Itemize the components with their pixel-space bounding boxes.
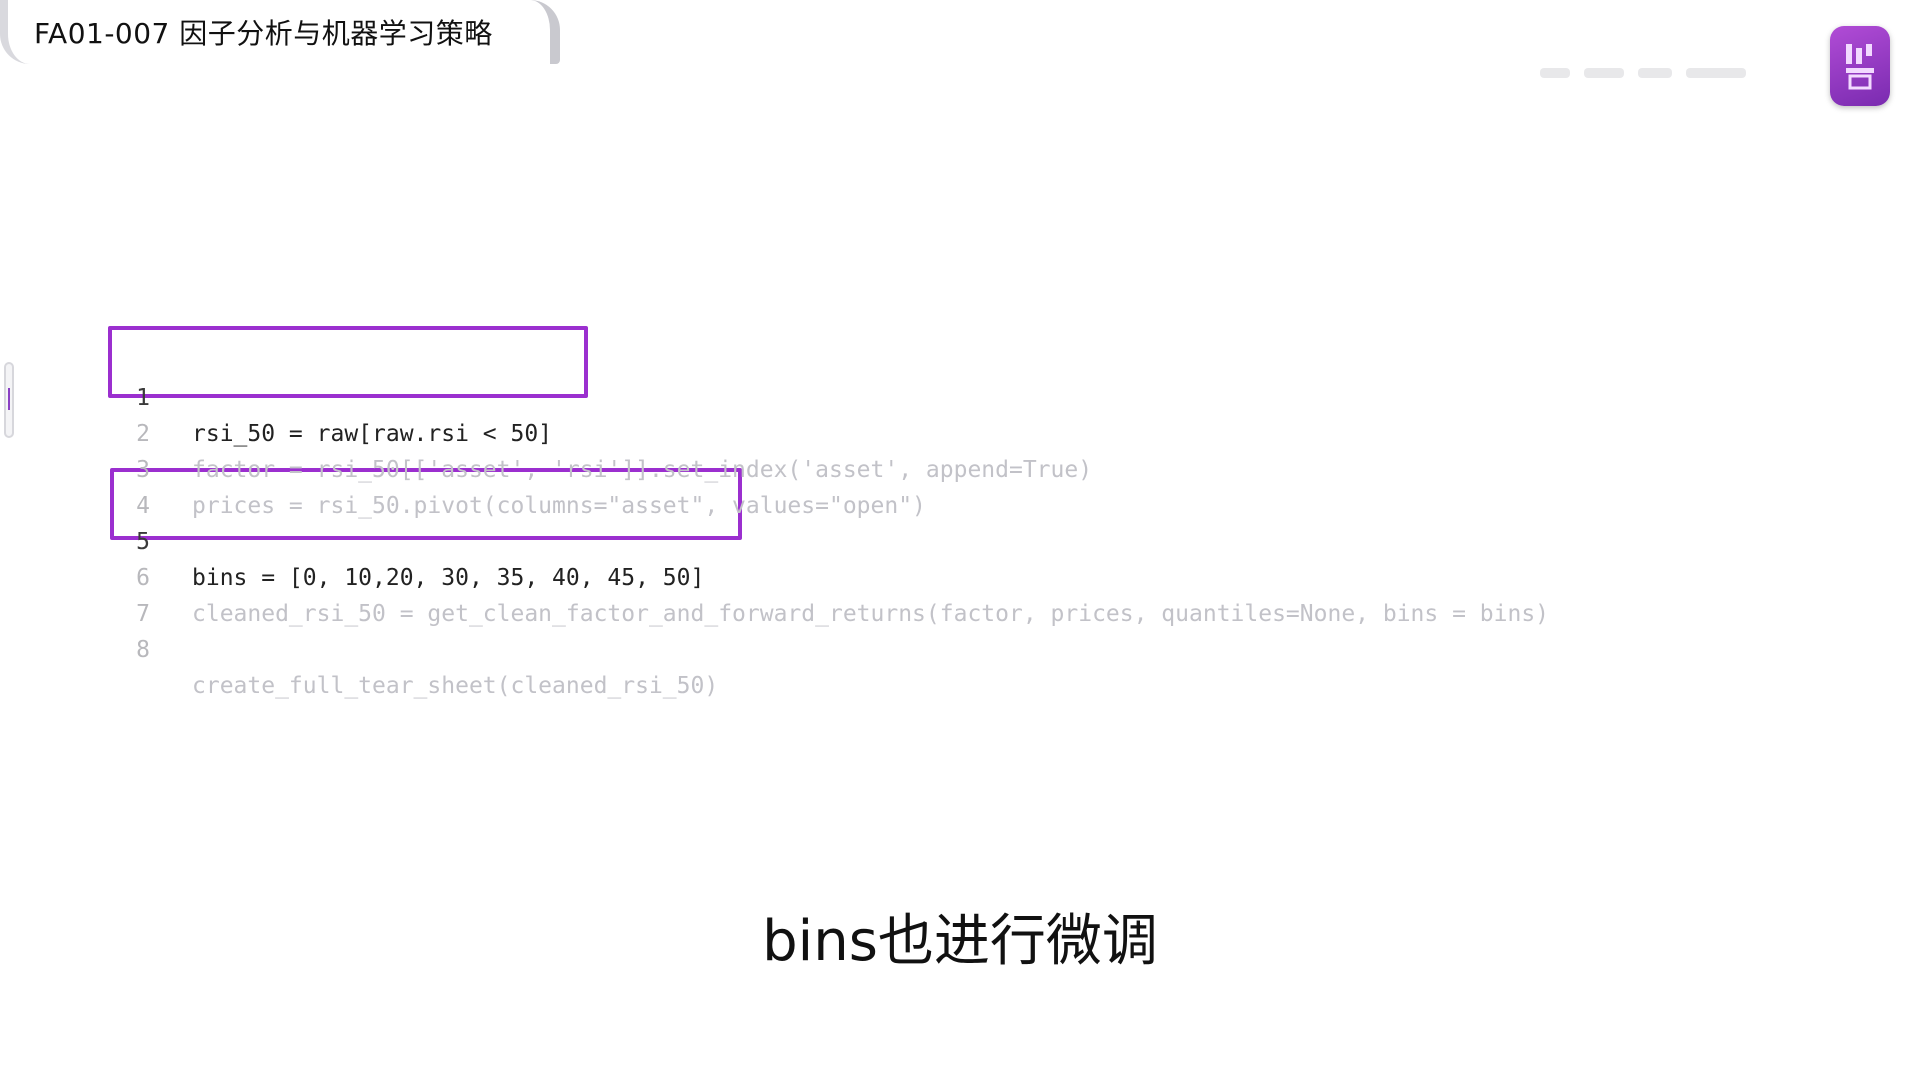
subtitle-caption: bins也进行微调 (762, 909, 1158, 974)
code-text: cleaned_rsi_50 = get_clean_factor_and_fo… (192, 601, 1550, 627)
code-text: create_full_tear_sheet(cleaned_rsi_50) (192, 673, 719, 699)
video-title: FA01-007 因子分析与机器学习策略 (34, 17, 493, 50)
code-text: factor = rsi_50[['asset', 'rsi']].set_in… (192, 457, 1093, 483)
code-line: 2 factor = rsi_50[['asset', 'rsi']].set_… (100, 380, 1092, 483)
line-number: 8 (136, 637, 150, 663)
scroll-thumb[interactable] (8, 388, 10, 410)
code-text: rsi_50 = raw[raw.rsi < 50] (192, 421, 553, 447)
video-frame: FA01-007 因子分析与机器学习策略 1 rsi_50 = raw[raw.… (0, 0, 1920, 1080)
code-line: 3 prices = rsi_50.pivot(columns="asset",… (100, 416, 926, 519)
code-line: 5 bins = [0, 10,20, 30, 35, 40, 45, 50] (100, 488, 704, 591)
code-text: prices = rsi_50.pivot(columns="asset", v… (192, 493, 926, 519)
title-tab: FA01-007 因子分析与机器学习策略 (0, 0, 560, 64)
watermark-logo (1540, 48, 1780, 98)
code-line: 8 create_full_tear_sheet(cleaned_rsi_50) (100, 596, 718, 699)
code-line: 1 rsi_50 = raw[raw.rsi < 50] (100, 344, 552, 447)
brand-badge-icon (1830, 26, 1890, 106)
brand-mark-icon (1846, 44, 1874, 90)
scroll-handle[interactable] (4, 362, 14, 438)
code-line: 7 (100, 560, 183, 627)
code-line: 4 (100, 452, 183, 519)
code-text: bins = [0, 10,20, 30, 35, 40, 45, 50] (192, 565, 705, 591)
code-line: 6 cleaned_rsi_50 = get_clean_factor_and_… (100, 524, 1549, 627)
